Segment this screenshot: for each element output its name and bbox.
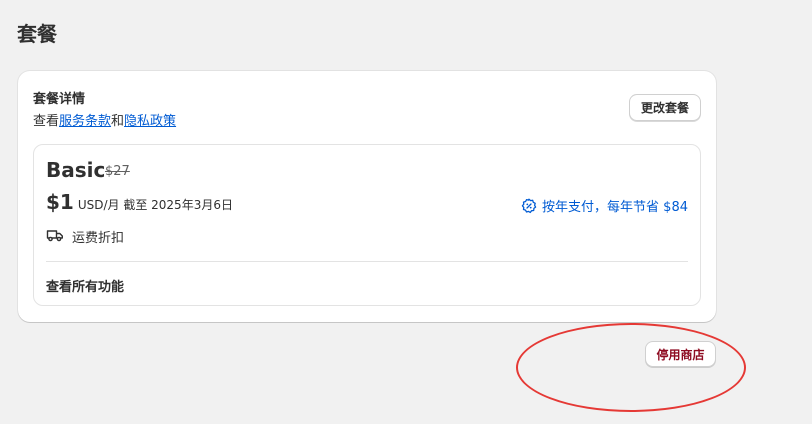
view-all-features-link[interactable]: 查看所有功能 bbox=[46, 276, 124, 295]
plan-name: Basic bbox=[46, 158, 106, 182]
subtitle-prefix: 查看 bbox=[33, 114, 60, 129]
plan-price-unit: USD/月 截至 2025年3月6日 bbox=[77, 198, 233, 212]
plan-details-title: 套餐详情 bbox=[33, 92, 86, 107]
change-plan-button[interactable]: 更改套餐 bbox=[629, 94, 701, 121]
annotation-ellipse bbox=[516, 323, 746, 412]
annual-offer-text: 按年支付，每年节省 $84 bbox=[542, 200, 688, 215]
privacy-policy-link[interactable]: 隐私政策 bbox=[124, 114, 176, 129]
truck-icon bbox=[46, 228, 64, 246]
original-price: $27 bbox=[105, 164, 130, 179]
plan-price: $1 bbox=[46, 190, 74, 214]
divider bbox=[46, 261, 688, 262]
feature-label: 运费折扣 bbox=[72, 231, 125, 246]
price-row: $1 USD/月 截至 2025年3月6日 bbox=[46, 190, 233, 214]
current-plan-box: Basic $27 $1 USD/月 截至 2025年3月6日 按年支付，每年节… bbox=[33, 144, 701, 306]
terms-of-service-link[interactable]: 服务条款 bbox=[59, 114, 111, 129]
deactivate-store-button[interactable]: 停用商店 bbox=[645, 341, 716, 367]
annual-billing-offer[interactable]: 按年支付，每年节省 $84 bbox=[521, 196, 688, 215]
plan-details-subtitle: 查看服务条款和隐私政策 bbox=[33, 110, 176, 129]
discount-badge-icon bbox=[521, 198, 537, 214]
subtitle-and: 和 bbox=[111, 114, 125, 129]
plan-details-card: 套餐详情 查看服务条款和隐私政策 更改套餐 Basic $27 $1 USD/月… bbox=[18, 71, 716, 322]
feature-item: 运费折扣 bbox=[46, 227, 124, 246]
page-title: 套餐 bbox=[17, 22, 57, 46]
